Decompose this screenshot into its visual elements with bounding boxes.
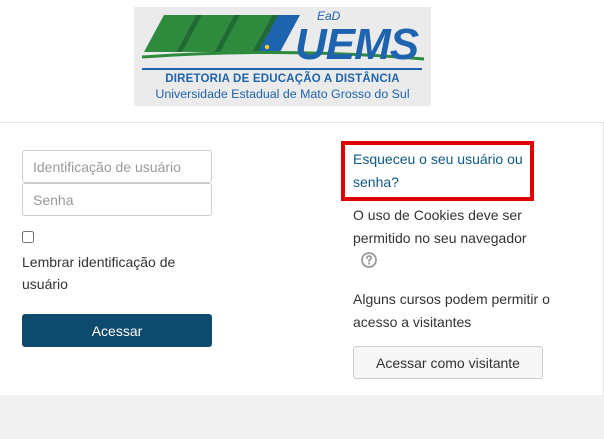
forgot-username-password-link[interactable]: Esqueceu o seu usuário ou senha? <box>353 148 533 194</box>
guest-login-button[interactable]: Acessar como visitante <box>353 346 543 379</box>
header-divider <box>0 122 604 123</box>
logo-university-text: Universidade Estadual de Mato Grosso do … <box>155 87 410 101</box>
logo-uems-text: UEMS <box>295 20 419 69</box>
cookies-notice: O uso de Cookies deve ser permitido no s… <box>353 207 527 246</box>
login-button[interactable]: Acessar <box>22 314 212 347</box>
username-input[interactable] <box>22 150 212 183</box>
remember-username-checkbox[interactable] <box>22 231 34 243</box>
password-input[interactable] <box>22 183 212 216</box>
uems-logo: EaD UEMS DIRETORIA DE EDUCAÇÃO A DISTÂNC… <box>134 7 431 106</box>
logo-divider <box>142 68 422 70</box>
footer-band <box>0 395 604 439</box>
logo-directorate-text: DIRETORIA DE EDUCAÇÃO A DISTÂNCIA <box>165 73 400 85</box>
question-circle-icon[interactable] <box>361 252 377 268</box>
guest-access-notice: Alguns cursos podem permitir o acesso a … <box>353 291 550 330</box>
remember-username-label[interactable]: Lembrar identificação de usuário <box>22 251 212 295</box>
